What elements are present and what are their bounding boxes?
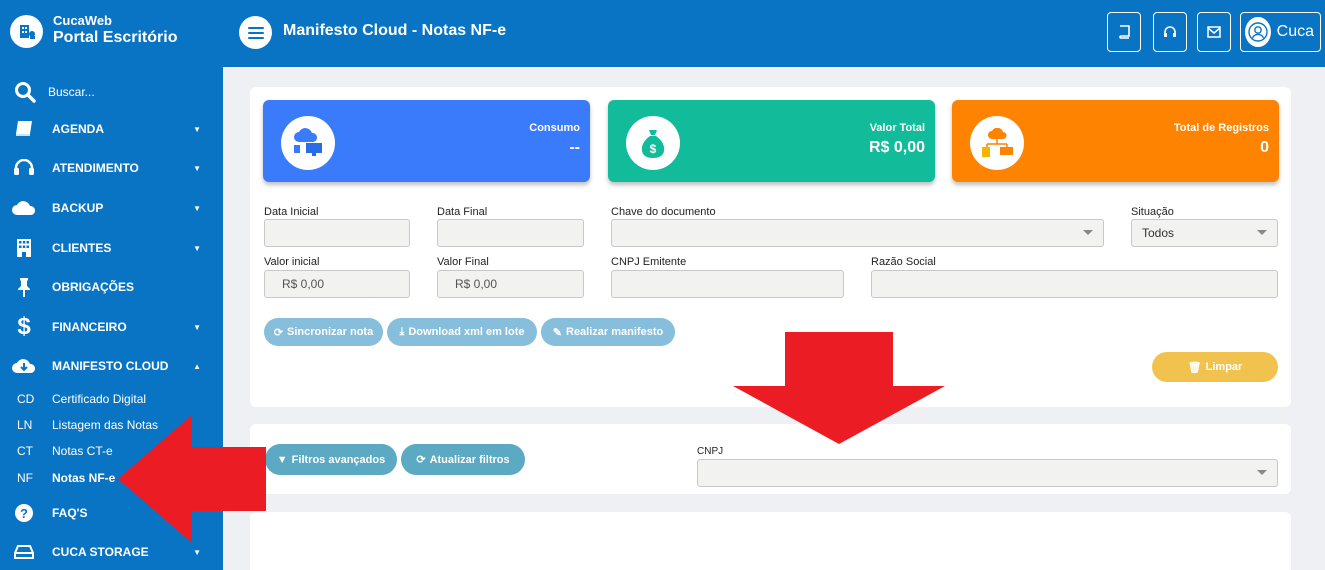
envelope-icon bbox=[1207, 26, 1221, 38]
headset-icon bbox=[0, 159, 52, 177]
headset-icon bbox=[1164, 26, 1176, 37]
menu-toggle-button[interactable] bbox=[239, 16, 272, 49]
annotation-arrow-down-icon bbox=[733, 332, 945, 444]
atualizar-filtros-button[interactable]: ⟳ Atualizar filtros bbox=[401, 444, 525, 475]
label-cnpj-emitente: CNPJ Emitente bbox=[611, 256, 687, 268]
cloud-computer-icon bbox=[281, 116, 335, 170]
support-button[interactable] bbox=[1153, 12, 1187, 52]
label-data-final: Data Final bbox=[437, 206, 488, 218]
sidebar-item-clientes[interactable]: CLIENTES ▼ bbox=[0, 233, 223, 263]
chevron-down-icon: ▼ bbox=[193, 203, 201, 213]
money-bag-icon: $ bbox=[626, 116, 680, 170]
storage-icon bbox=[0, 544, 52, 560]
label-chave: Chave do documento bbox=[611, 206, 716, 218]
razao-social-input[interactable] bbox=[871, 270, 1278, 298]
card-value: R$ 0,00 bbox=[868, 139, 925, 156]
situacao-select[interactable]: Todos bbox=[1131, 219, 1278, 247]
sidebar-item-manifesto-cloud[interactable]: MANIFESTO CLOUD ▲ bbox=[0, 351, 223, 381]
label-valor-inicial: Valor inicial bbox=[264, 256, 320, 268]
cnpj-emitente-input[interactable] bbox=[611, 270, 844, 298]
chevron-down-icon: ▼ bbox=[193, 163, 201, 173]
realizar-manifesto-button[interactable]: ✎ Realizar manifesto bbox=[541, 318, 675, 346]
chevron-down-icon bbox=[1083, 230, 1093, 235]
label-cnpj: CNPJ bbox=[697, 446, 724, 457]
chevron-down-icon: ▼ bbox=[193, 547, 201, 557]
brand-name-big: Portal Escritório bbox=[53, 29, 178, 46]
limpar-button[interactable]: 🗑 Limpar bbox=[1152, 352, 1278, 382]
card-valor-total: $ Valor Total R$ 0,00 bbox=[608, 100, 935, 182]
filter-icon: ▼ bbox=[276, 453, 288, 466]
card-label: Consumo bbox=[529, 122, 580, 134]
data-inicial-input[interactable] bbox=[264, 219, 410, 247]
card-value: -- bbox=[569, 139, 580, 156]
results-panel bbox=[250, 512, 1291, 570]
label-razao-social: Razão Social bbox=[871, 256, 936, 268]
svg-text:$: $ bbox=[650, 142, 657, 156]
search-icon bbox=[15, 82, 36, 103]
card-total-registros: Total de Registros 0 bbox=[952, 100, 1279, 182]
data-final-input[interactable] bbox=[437, 219, 584, 247]
svg-text:?: ? bbox=[20, 506, 28, 521]
cloud-download-icon bbox=[0, 357, 52, 375]
card-label: Valor Total bbox=[869, 122, 925, 134]
card-consumo: Consumo -- bbox=[263, 100, 590, 182]
sidebar-item-agenda[interactable]: AGENDA ▼ bbox=[0, 114, 223, 144]
filtros-avancados-button[interactable]: ▼ Filtros avançados bbox=[265, 444, 397, 475]
sidebar-item-atendimento[interactable]: ATENDIMENTO ▼ bbox=[0, 153, 223, 183]
brand-name-small: CucaWeb bbox=[53, 13, 112, 28]
cloud-icon bbox=[0, 200, 52, 216]
download-xml-button[interactable]: ⤓ Download xml em lote bbox=[387, 318, 537, 346]
top-header: CucaWeb Portal Escritório Manifesto Clou… bbox=[0, 0, 1325, 67]
valor-final-input[interactable]: R$ 0,00 bbox=[437, 270, 584, 298]
label-situacao: Situação bbox=[1131, 206, 1174, 218]
building-icon bbox=[0, 238, 52, 258]
network-devices-icon bbox=[970, 116, 1024, 170]
sidebar-item-obrigacoes[interactable]: OBRIGAÇÕES bbox=[0, 272, 223, 302]
valor-inicial-input[interactable]: R$ 0,00 bbox=[264, 270, 410, 298]
pin-icon bbox=[0, 277, 52, 297]
book-icon bbox=[0, 120, 52, 138]
edit-icon: ✎ bbox=[552, 326, 562, 339]
sync-icon: ⟳ bbox=[273, 326, 284, 339]
chevron-down-icon bbox=[1257, 470, 1267, 475]
label-data-inicial: Data Inicial bbox=[264, 206, 319, 218]
sidebar-item-financeiro[interactable]: $ FINANCEIRO ▼ bbox=[0, 312, 223, 342]
brand[interactable]: CucaWeb Portal Escritório bbox=[10, 14, 177, 48]
hamburger-icon bbox=[247, 26, 264, 39]
card-value: 0 bbox=[1260, 139, 1269, 156]
question-icon: ? bbox=[0, 503, 52, 523]
trash-icon: 🗑 bbox=[1187, 361, 1202, 374]
download-icon: ⤓ bbox=[399, 325, 405, 338]
book-icon bbox=[1119, 25, 1130, 39]
chevron-down-icon bbox=[1257, 230, 1267, 235]
chevron-down-icon: ▼ bbox=[193, 124, 201, 134]
page-title: Manifesto Cloud - Notas NF-e bbox=[283, 22, 507, 39]
chevron-down-icon: ▼ bbox=[193, 322, 201, 332]
search-label: Buscar... bbox=[48, 85, 95, 99]
sync-icon: ⟳ bbox=[416, 454, 426, 466]
annotation-arrow-left-icon bbox=[118, 415, 266, 543]
sincronizar-nota-button[interactable]: ⟳ Sincronizar nota bbox=[264, 318, 383, 346]
label-valor-final: Valor Final bbox=[437, 256, 489, 268]
sidebar-subitem-certificado[interactable]: CD Certificado Digital bbox=[0, 388, 223, 410]
avatar-icon bbox=[1245, 17, 1271, 47]
user-menu-button[interactable]: Cuca bbox=[1240, 12, 1321, 52]
chave-documento-select[interactable] bbox=[611, 219, 1104, 247]
messages-button[interactable] bbox=[1197, 12, 1231, 52]
user-name: Cuca bbox=[1276, 23, 1314, 40]
agenda-button[interactable] bbox=[1107, 12, 1141, 52]
dollar-icon: $ bbox=[17, 313, 31, 340]
cnpj-select[interactable] bbox=[697, 459, 1278, 487]
brand-logo-icon bbox=[10, 14, 43, 48]
sidebar-search[interactable]: Buscar... bbox=[14, 81, 95, 103]
chevron-up-icon: ▲ bbox=[193, 361, 201, 371]
chevron-down-icon: ▼ bbox=[193, 243, 201, 253]
sidebar-item-backup[interactable]: BACKUP ▼ bbox=[0, 193, 223, 223]
card-label: Total de Registros bbox=[1173, 122, 1269, 134]
